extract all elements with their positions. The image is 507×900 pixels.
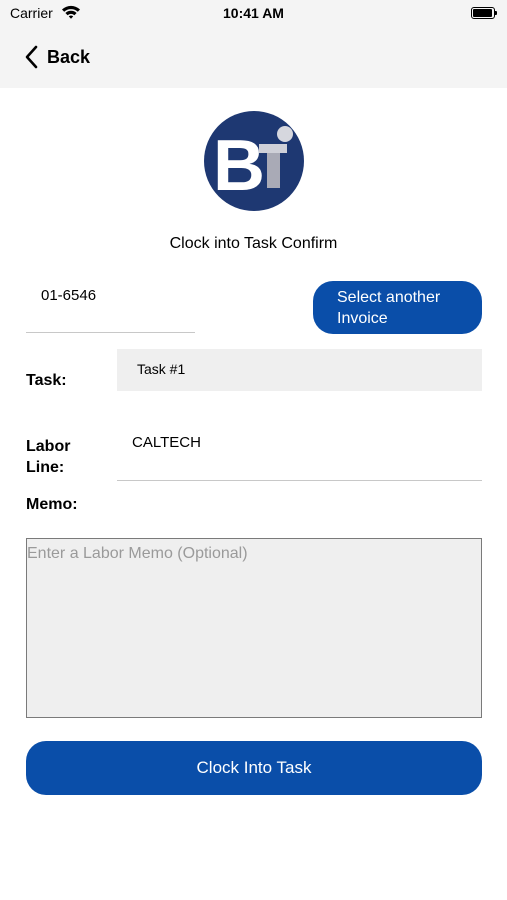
navigation-bar: Back [0,26,507,88]
memo-input[interactable]: Enter a Labor Memo (Optional) [26,538,482,718]
task-label: Task: [26,372,67,389]
invoice-number: 01-6546 [41,287,97,304]
task-field[interactable]: Task #1 [117,349,482,391]
select-another-invoice-button[interactable]: Select another Invoice [313,281,482,334]
svg-text:B: B [213,126,265,206]
status-bar: Carrier 10:41 AM [0,0,507,26]
memo-label: Memo: [26,496,78,513]
clock-into-task-button[interactable]: Clock Into Task [26,741,482,795]
status-time: 10:41 AM [223,5,284,21]
chevron-left-icon [25,45,38,69]
task-value: Task #1 [137,361,186,377]
labor-line-underline [117,480,482,481]
invoice-underline [26,332,195,333]
battery-icon [471,7,497,19]
company-logo: B [204,111,304,211]
labor-line-value[interactable]: CALTECH [132,434,201,451]
labor-line-label: Labor Line: [26,438,71,476]
memo-placeholder: Enter a Labor Memo (Optional) [27,545,248,562]
back-button[interactable]: Back [24,43,90,71]
back-label: Back [47,46,91,67]
page-title: Clock into Task Confirm [169,235,338,252]
